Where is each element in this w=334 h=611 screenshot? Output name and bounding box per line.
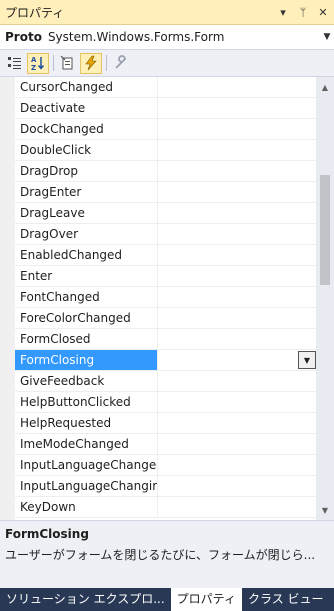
window-title-bar: プロパティ ▾ ᛘ ✕	[0, 0, 334, 25]
property-name: ForeColorChanged	[15, 308, 158, 328]
grid-row-dragover[interactable]: DragOver	[15, 224, 316, 245]
property-name: FormClosed	[15, 329, 158, 349]
description-pane: FormClosing ユーザーがフォームを閉じるたびに、フォームが閉じら...	[0, 520, 334, 588]
property-value[interactable]	[158, 77, 316, 97]
vertical-scrollbar[interactable]: ▲ ▼	[316, 77, 334, 520]
properties-toolbar: A Z	[0, 50, 334, 77]
grid-row-dragdrop[interactable]: DragDrop	[15, 161, 316, 182]
property-name: DragOver	[15, 224, 158, 244]
grid-row-enter[interactable]: Enter	[15, 266, 316, 287]
property-value[interactable]	[158, 371, 316, 391]
tab-class-view[interactable]: クラス ビュー	[242, 588, 330, 611]
property-value[interactable]	[158, 203, 316, 223]
chevron-down-icon[interactable]: ▼	[298, 351, 316, 369]
grid-rows: CursorChanged Deactivate DockChanged Dou…	[15, 77, 316, 518]
property-name: DragLeave	[15, 203, 158, 223]
property-name: Deactivate	[15, 98, 158, 118]
description-title: FormClosing	[5, 527, 89, 541]
property-name: ImeModeChanged	[15, 434, 158, 454]
tab-properties[interactable]: プロパティ	[170, 588, 242, 611]
grid-row-deactivate[interactable]: Deactivate	[15, 98, 316, 119]
property-value[interactable]	[158, 140, 316, 160]
property-name: HelpRequested	[15, 413, 158, 433]
grid-row-givefeedback[interactable]: GiveFeedback	[15, 371, 316, 392]
property-name: FormClosing	[15, 350, 158, 370]
property-value[interactable]	[158, 329, 316, 349]
grid-row-formclosed[interactable]: FormClosed	[15, 329, 316, 350]
tab-solution-explorer[interactable]: ソリューション エクスプロ...	[0, 588, 171, 611]
property-name: HelpButtonClicked	[15, 392, 158, 412]
property-pages-icon[interactable]	[110, 53, 132, 74]
property-value[interactable]	[158, 182, 316, 202]
property-name: InputLanguageChanged	[15, 455, 158, 475]
properties-icon[interactable]	[57, 53, 79, 74]
property-value[interactable]	[158, 434, 316, 454]
object-type: System.Windows.Forms.Form	[47, 30, 225, 44]
window-title: プロパティ	[5, 5, 65, 20]
property-name: DragDrop	[15, 161, 158, 181]
property-grid: CursorChanged Deactivate DockChanged Dou…	[0, 77, 316, 520]
object-name: Proto	[5, 30, 42, 44]
grid-row-inputlanguagechanging[interactable]: InputLanguageChanging	[15, 476, 316, 497]
grid-row-dragleave[interactable]: DragLeave	[15, 203, 316, 224]
grid-row-dockchanged[interactable]: DockChanged	[15, 119, 316, 140]
tool-window-tabs: ソリューション エクスプロ... プロパティ クラス ビュー	[0, 588, 334, 611]
property-value[interactable]	[158, 476, 316, 496]
grid-row-keydown[interactable]: KeyDown	[15, 497, 316, 518]
grid-row-forecolorchanged[interactable]: ForeColorChanged	[15, 308, 316, 329]
property-name: DockChanged	[15, 119, 158, 139]
categorized-icon[interactable]	[4, 53, 26, 74]
grid-row-enabledchanged[interactable]: EnabledChanged	[15, 245, 316, 266]
property-value[interactable]	[158, 245, 316, 265]
property-value[interactable]	[158, 119, 316, 139]
property-value[interactable]	[158, 266, 316, 286]
property-value[interactable]	[158, 287, 316, 307]
property-value[interactable]	[158, 98, 316, 118]
grid-row-fontchanged[interactable]: FontChanged	[15, 287, 316, 308]
grid-margin	[0, 77, 15, 520]
grid-row-formclosing[interactable]: FormClosing ▼	[15, 350, 316, 371]
scroll-down-icon[interactable]: ▼	[316, 502, 334, 518]
property-name: GiveFeedback	[15, 371, 158, 391]
property-value[interactable]	[158, 224, 316, 244]
description-text: ユーザーがフォームを閉じるたびに、フォームが閉じら...	[5, 548, 316, 562]
property-value[interactable]	[158, 455, 316, 475]
object-selector[interactable]: Proto System.Windows.Forms.Form ▼	[0, 25, 334, 50]
property-name: InputLanguageChanging	[15, 476, 158, 496]
close-icon[interactable]: ✕	[314, 3, 332, 21]
property-value[interactable]	[158, 308, 316, 328]
grid-row-cursorchanged[interactable]: CursorChanged	[15, 77, 316, 98]
grid-row-inputlanguagechanged[interactable]: InputLanguageChanged	[15, 455, 316, 476]
toolbar-separator	[53, 55, 54, 71]
property-value[interactable]	[158, 413, 316, 433]
svg-text:Z: Z	[31, 64, 36, 71]
property-name: EnabledChanged	[15, 245, 158, 265]
grid-row-dragenter[interactable]: DragEnter	[15, 182, 316, 203]
scrollbar-thumb[interactable]	[320, 175, 330, 285]
scroll-up-icon[interactable]: ▲	[316, 79, 334, 95]
svg-text:A: A	[31, 56, 37, 64]
property-name: CursorChanged	[15, 77, 158, 97]
pin-icon[interactable]: ᛘ	[294, 3, 312, 21]
dropdown-menu-icon[interactable]: ▾	[274, 3, 292, 21]
property-value[interactable]	[158, 497, 316, 517]
property-value[interactable]: ▼	[158, 350, 316, 370]
property-name: KeyDown	[15, 497, 158, 517]
property-name: FontChanged	[15, 287, 158, 307]
grid-row-helpbuttonclicked[interactable]: HelpButtonClicked	[15, 392, 316, 413]
grid-row-doubleclick[interactable]: DoubleClick	[15, 140, 316, 161]
property-name: Enter	[15, 266, 158, 286]
property-value[interactable]	[158, 392, 316, 412]
toolbar-separator	[106, 55, 107, 71]
property-name: DoubleClick	[15, 140, 158, 160]
chevron-down-icon[interactable]: ▼	[320, 32, 334, 42]
property-value[interactable]	[158, 161, 316, 181]
grid-row-imemodechanged[interactable]: ImeModeChanged	[15, 434, 316, 455]
property-name: DragEnter	[15, 182, 158, 202]
events-icon[interactable]	[80, 52, 102, 74]
alphabetical-icon[interactable]: A Z	[27, 52, 49, 74]
grid-row-helprequested[interactable]: HelpRequested	[15, 413, 316, 434]
